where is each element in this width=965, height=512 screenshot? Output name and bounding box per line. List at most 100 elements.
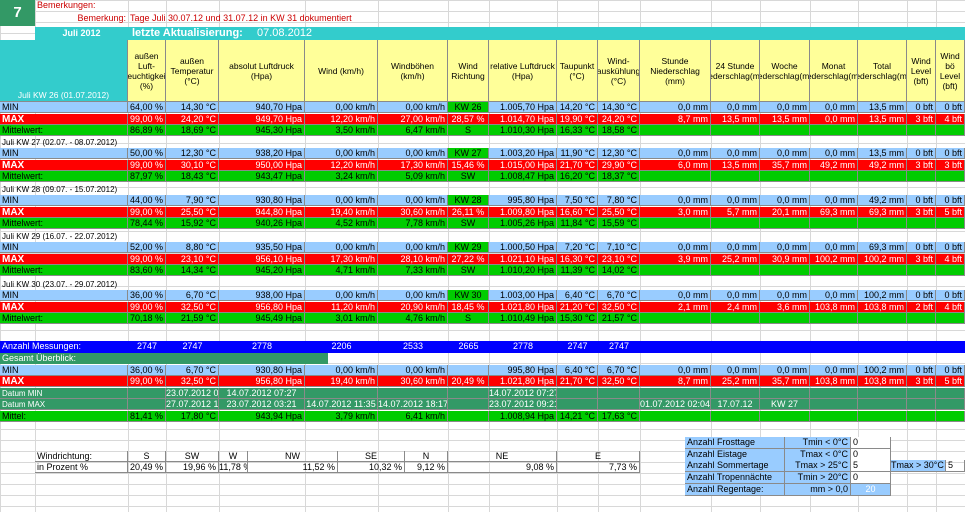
- cell-min-12[interactable]: 0,0 mm: [810, 102, 858, 113]
- cell-max-5[interactable]: 26,11 %: [448, 206, 489, 218]
- cell-min-10[interactable]: 0,0 mm: [711, 290, 760, 301]
- cell-min-8[interactable]: 14,30 °C: [598, 102, 640, 113]
- cell-datum-15[interactable]: [936, 388, 965, 399]
- cell-max-11[interactable]: 20,1 mm: [760, 206, 810, 218]
- cell-min-0[interactable]: 50,00 %: [128, 148, 166, 159]
- cell-max-1[interactable]: 24,20 °C: [166, 113, 219, 125]
- cell-mean-2[interactable]: 940,26 Hpa: [219, 218, 305, 229]
- cell-mean-8[interactable]: 14,02 °C: [598, 265, 640, 276]
- cell-mean-6[interactable]: 1.010,30 Hpa: [489, 125, 557, 136]
- cell-mean-0[interactable]: 70,18 %: [128, 313, 166, 324]
- cell-max-10[interactable]: 2,4 mm: [711, 301, 760, 313]
- cell-min-5[interactable]: KW 27: [448, 148, 489, 159]
- cell-min-10[interactable]: 0,0 mm: [711, 148, 760, 159]
- cell-min-3[interactable]: 0,00 km/h: [305, 102, 378, 113]
- cell-min-9[interactable]: 0,0 mm: [640, 365, 711, 376]
- cell-mean-4[interactable]: 7,33 km/h: [378, 265, 448, 276]
- cell-mean-13[interactable]: [858, 171, 907, 182]
- cell-min-13[interactable]: 100,2 mm: [858, 365, 907, 376]
- cell-max-11[interactable]: 13,5 mm: [760, 113, 810, 125]
- cell-mean-5[interactable]: SW: [448, 171, 489, 182]
- cell-min-6[interactable]: 1.003,20 Hpa: [489, 148, 557, 159]
- cell-max-13[interactable]: 69,3 mm: [858, 206, 907, 218]
- cell-mean-7[interactable]: 11,84 °C: [557, 218, 598, 229]
- cell-min-5[interactable]: KW 29: [448, 242, 489, 253]
- cell-min-1[interactable]: 6,70 °C: [166, 365, 219, 376]
- cell-mean-12[interactable]: [810, 125, 858, 136]
- cell-max-13[interactable]: 103,8 mm: [858, 376, 907, 387]
- cell-mean-13[interactable]: [858, 313, 907, 324]
- cell-mean-8[interactable]: 18,37 °C: [598, 171, 640, 182]
- cell-min-7[interactable]: 14,20 °C: [557, 102, 598, 113]
- cell-mean-10[interactable]: [711, 171, 760, 182]
- daycount-value[interactable]: 20: [851, 484, 891, 496]
- cell-max-1[interactable]: 25,50 °C: [166, 206, 219, 218]
- cell-min-15[interactable]: 0 bft: [936, 242, 965, 253]
- cell-max-9[interactable]: 8,7 mm: [640, 376, 711, 387]
- cell-min-6[interactable]: 1.000,50 Hpa: [489, 242, 557, 253]
- cell-mean-6[interactable]: 1.008,47 Hpa: [489, 171, 557, 182]
- cell-min-3[interactable]: 0,00 km/h: [305, 290, 378, 301]
- cell-min-10[interactable]: 0,0 mm: [711, 242, 760, 253]
- cell-mean-8[interactable]: 18,58 °C: [598, 125, 640, 136]
- cell-max-4[interactable]: 30,60 km/h: [378, 376, 448, 387]
- cell-max-5[interactable]: 27,22 %: [448, 253, 489, 265]
- cell-mean-3[interactable]: 3,24 km/h: [305, 171, 378, 182]
- cell-mean-13[interactable]: [858, 265, 907, 276]
- cell-mean-11[interactable]: [760, 218, 810, 229]
- cell-datum-1[interactable]: 23.07.2012 05:21: [166, 388, 219, 399]
- cell-mean-11[interactable]: [760, 313, 810, 324]
- cell-min-1[interactable]: 12,30 °C: [166, 148, 219, 159]
- cell-max-11[interactable]: 3,6 mm: [760, 301, 810, 313]
- cell-mean-9[interactable]: [640, 218, 711, 229]
- cell-max-0[interactable]: 99,00 %: [128, 159, 166, 171]
- cell-min-9[interactable]: 0,0 mm: [640, 290, 711, 301]
- cell-datum-6[interactable]: 14.07.2012 07:27: [489, 388, 557, 399]
- cell-mean-4[interactable]: 6,47 km/h: [378, 125, 448, 136]
- cell-min-2[interactable]: 930,80 Hpa: [219, 195, 305, 206]
- cell-max-10[interactable]: 13,5 mm: [711, 159, 760, 171]
- cell-max-14[interactable]: 3 bft: [907, 206, 936, 218]
- cell-mean-1[interactable]: 17,80 °C: [166, 411, 219, 422]
- cell-mean-3[interactable]: 3,79 km/h: [305, 411, 378, 422]
- cell-max-7[interactable]: 19,90 °C: [557, 113, 598, 125]
- cell-max-9[interactable]: 8,7 mm: [640, 113, 711, 125]
- cell-min-3[interactable]: 0,00 km/h: [305, 148, 378, 159]
- cell-min-11[interactable]: 0,0 mm: [760, 290, 810, 301]
- cell-min-1[interactable]: 8,80 °C: [166, 242, 219, 253]
- cell-min-3[interactable]: 0,00 km/h: [305, 195, 378, 206]
- cell-max-15[interactable]: 4 bft: [936, 113, 965, 125]
- cell-min-2[interactable]: 938,00 Hpa: [219, 290, 305, 301]
- cell-mean-12[interactable]: [810, 218, 858, 229]
- spreadsheet[interactable]: 7 Bemerkungen: Bemerkung: Tage Juli 30.07.1…: [0, 0, 965, 512]
- cell-datum-9[interactable]: 01.07.2012 02:04: [640, 399, 711, 410]
- cell-min-2[interactable]: 940,70 Hpa: [219, 102, 305, 113]
- cell-max-9[interactable]: 6,0 mm: [640, 159, 711, 171]
- cell-max-13[interactable]: 100,2 mm: [858, 253, 907, 265]
- cell-mean-1[interactable]: 21,59 °C: [166, 313, 219, 324]
- cell-datum-3[interactable]: [305, 388, 378, 399]
- cell-max-0[interactable]: 99,00 %: [128, 113, 166, 125]
- cell-max-2[interactable]: 956,10 Hpa: [219, 253, 305, 265]
- cell-mean-13[interactable]: [858, 125, 907, 136]
- cell-mean-9[interactable]: [640, 313, 711, 324]
- cell-mean-15[interactable]: [936, 171, 965, 182]
- cell-min-10[interactable]: 0,0 mm: [711, 195, 760, 206]
- cell-mean-12[interactable]: [810, 171, 858, 182]
- cell-datum-11[interactable]: KW 27: [760, 399, 810, 410]
- cell-mean-3[interactable]: 4,71 km/h: [305, 265, 378, 276]
- cell-mean-9[interactable]: [640, 265, 711, 276]
- cell-min-12[interactable]: 0,0 mm: [810, 290, 858, 301]
- cell-min-3[interactable]: 0,00 km/h: [305, 365, 378, 376]
- cell-datum-5[interactable]: [448, 388, 489, 399]
- cell-mean-10[interactable]: [711, 218, 760, 229]
- cell-min-14[interactable]: 0 bft: [907, 242, 936, 253]
- cell-min-5[interactable]: KW 28: [448, 195, 489, 206]
- cell-min-8[interactable]: 12,30 °C: [598, 148, 640, 159]
- cell-datum-14[interactable]: [907, 399, 936, 410]
- cell-mean-4[interactable]: 5,09 km/h: [378, 171, 448, 182]
- cell-min-0[interactable]: 36,00 %: [128, 365, 166, 376]
- cell-max-6[interactable]: 1.021,80 Hpa: [489, 376, 557, 387]
- cell-max-15[interactable]: 5 bft: [936, 376, 965, 387]
- cell-mean-8[interactable]: 17,63 °C: [598, 411, 640, 422]
